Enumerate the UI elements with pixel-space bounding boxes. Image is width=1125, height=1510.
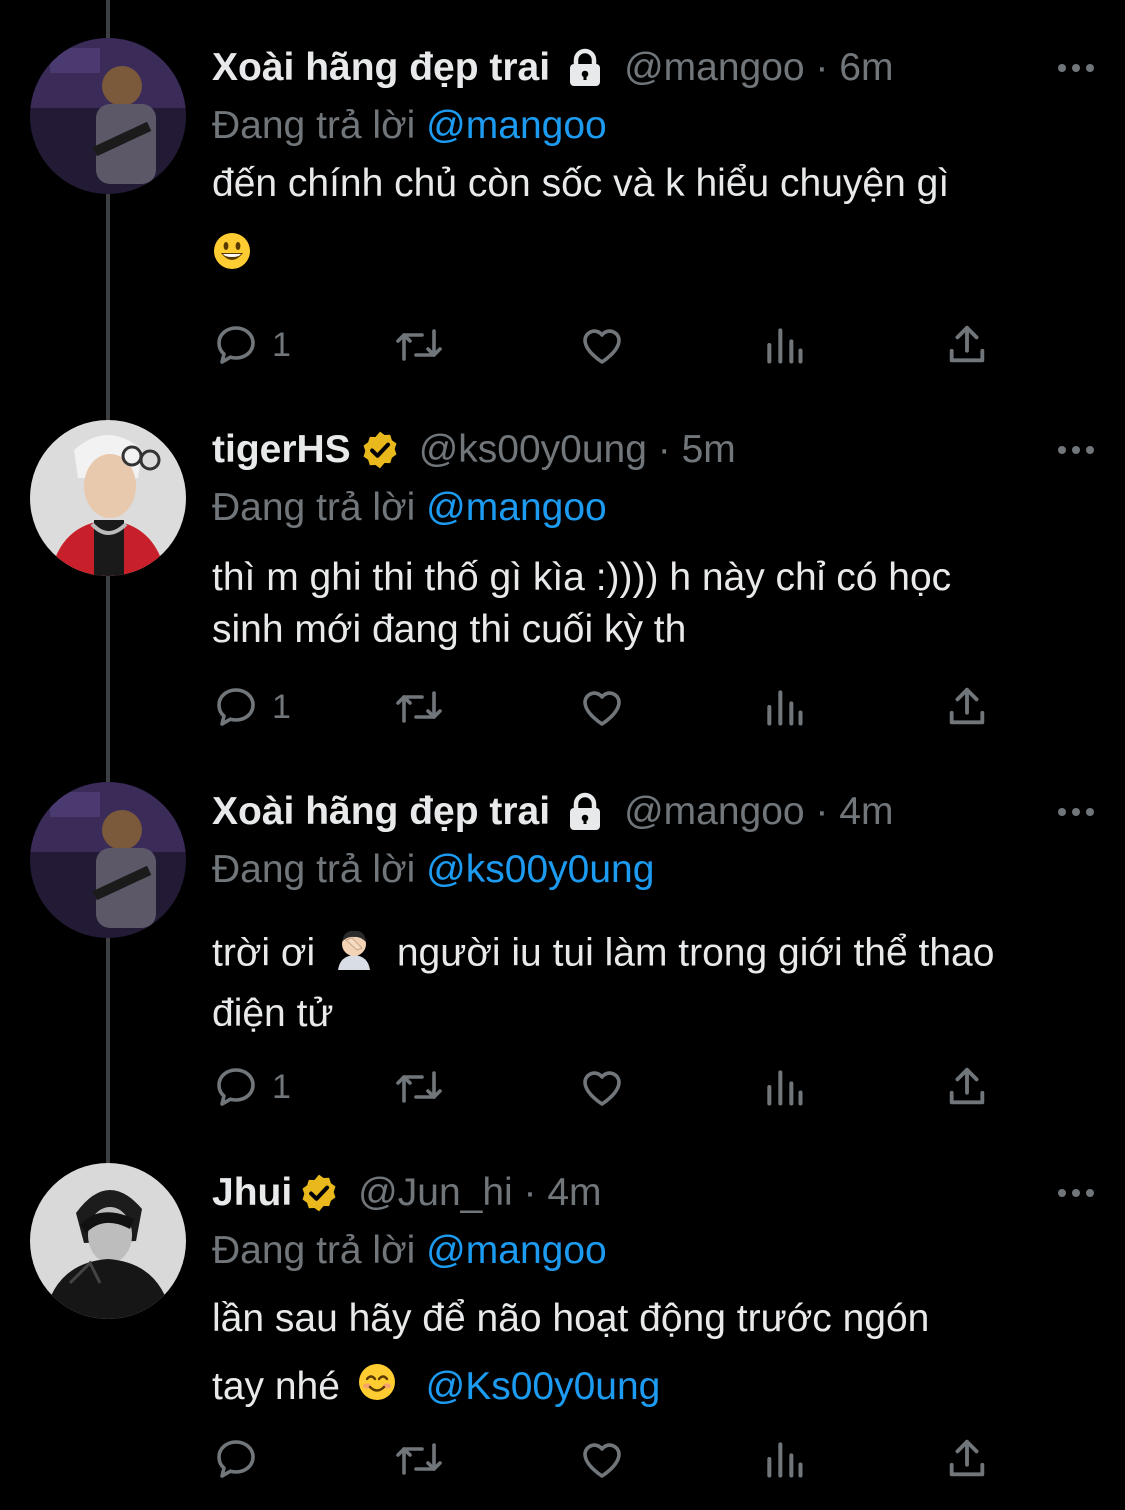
tweet[interactable]: Xoài hãng đẹp trai @mangoo · 4m Đang trả… <box>0 782 1125 1132</box>
views-button[interactable] <box>762 320 806 370</box>
replying-to: Đang trả lời @mangoo <box>212 480 1095 536</box>
retweet-icon <box>396 1071 442 1103</box>
analytics-icon <box>767 1442 803 1478</box>
more-options-icon[interactable] <box>1057 1163 1095 1223</box>
verified-badge-icon <box>298 1172 340 1214</box>
more-options-icon[interactable] <box>1057 38 1095 98</box>
handle-and-time[interactable]: @ks00y0ung · 5m <box>419 428 736 472</box>
share-button[interactable] <box>944 320 990 370</box>
like-button[interactable] <box>578 682 626 732</box>
heart-icon <box>583 329 621 364</box>
verified-badge-icon <box>359 429 401 471</box>
share-icon <box>949 1067 985 1105</box>
thread-line <box>106 0 110 38</box>
smiling-face-emoji <box>357 1362 397 1416</box>
replying-to-mention[interactable]: @mangoo <box>426 1229 607 1272</box>
replying-to: Đang trả lời @mangoo <box>212 98 1095 154</box>
heart-icon <box>583 691 621 726</box>
reply-button[interactable]: 1 <box>212 682 291 732</box>
like-button[interactable] <box>578 1062 626 1112</box>
display-name[interactable]: Xoài hãng đẹp trai <box>212 790 550 834</box>
tweet-text-segment: tay nhé <box>212 1365 340 1408</box>
share-button[interactable] <box>944 1062 990 1112</box>
replying-to-label: Đang trả lời <box>212 1229 416 1272</box>
analytics-icon <box>767 690 803 726</box>
avatar[interactable] <box>30 1163 186 1319</box>
reply-button[interactable] <box>212 1434 272 1484</box>
replying-to-mention[interactable]: @mangoo <box>426 486 607 529</box>
views-button[interactable] <box>762 1062 806 1112</box>
replying-to-label: Đang trả lời <box>212 486 416 529</box>
tweet-text: thì m ghi thi thố gì kìa :)))) h này chỉ… <box>212 552 1095 656</box>
handle-and-time[interactable]: @mangoo · 4m <box>624 790 893 834</box>
reply-count: 1 <box>272 1067 291 1106</box>
share-icon <box>949 687 985 725</box>
tweet-text-line: lần sau hãy để não hoạt động trước ngón <box>212 1297 930 1340</box>
tweet-text-line: đến chính chủ còn sốc và k hiểu chuyện g… <box>212 162 950 205</box>
more-options-icon[interactable] <box>1057 782 1095 842</box>
reply-button[interactable]: 1 <box>212 320 291 370</box>
replying-to: Đang trả lời @mangoo <box>212 1223 1095 1279</box>
tweet-text-line: sinh mới đang thi cuối kỳ th <box>212 608 687 651</box>
reply-icon <box>217 326 255 364</box>
replying-to-label: Đang trả lời <box>212 104 416 147</box>
avatar[interactable] <box>30 782 186 938</box>
display-name[interactable]: tigerHS <box>212 428 351 472</box>
replying-to: Đang trả lời @ks00y0ung <box>212 842 1095 898</box>
replying-to-mention[interactable]: @mangoo <box>426 104 607 147</box>
tweet[interactable]: Jhui @Jun_hi · 4m Đang trả lời @mangoo l… <box>0 1163 1125 1510</box>
like-button[interactable] <box>578 1434 626 1484</box>
display-name[interactable]: Xoài hãng đẹp trai <box>212 46 550 90</box>
retweet-button[interactable] <box>392 1434 446 1484</box>
tweet-text-segment: người iu tui làm trong giới thể thao <box>396 931 995 975</box>
like-button[interactable] <box>578 320 626 370</box>
share-icon <box>949 325 985 363</box>
facepalm-emoji <box>332 926 376 984</box>
reply-button[interactable]: 1 <box>212 1062 291 1112</box>
reply-count: 1 <box>272 325 291 364</box>
retweet-button[interactable] <box>392 682 446 732</box>
retweet-button[interactable] <box>392 320 446 370</box>
tweet-text-line: điện tử <box>212 992 334 1035</box>
lock-icon <box>564 791 606 833</box>
reply-icon <box>217 1440 255 1478</box>
share-icon <box>949 1439 985 1477</box>
lock-icon <box>564 47 606 89</box>
avatar[interactable] <box>30 420 186 576</box>
retweet-icon <box>396 1443 442 1475</box>
more-options-icon[interactable] <box>1057 420 1095 480</box>
handle-and-time[interactable]: @Jun_hi · 4m <box>358 1171 601 1215</box>
grinning-face-emoji <box>212 231 252 285</box>
tweet-text: đến chính chủ còn sốc và k hiểu chuyện g… <box>212 158 1095 285</box>
share-button[interactable] <box>944 1434 990 1484</box>
replying-to-mention[interactable]: @ks00y0ung <box>426 848 654 891</box>
replying-to-label: Đang trả lời <box>212 848 416 891</box>
retweet-button[interactable] <box>392 1062 446 1112</box>
analytics-icon <box>767 1070 803 1106</box>
mention-link[interactable]: @Ks00y0ung <box>426 1365 661 1408</box>
avatar[interactable] <box>30 38 186 194</box>
tweet-text: trời ơi người iu tui làm trong giới thể … <box>212 926 1095 1040</box>
reply-icon <box>217 688 255 726</box>
tweet[interactable]: tigerHS @ks00y0ung · 5m Đang trả lời @ma… <box>0 420 1125 760</box>
share-button[interactable] <box>944 682 990 732</box>
analytics-icon <box>767 328 803 364</box>
display-name[interactable]: Jhui <box>212 1171 292 1215</box>
views-button[interactable] <box>762 1434 806 1484</box>
heart-icon <box>583 1443 621 1478</box>
retweet-icon <box>396 329 442 361</box>
tweet-text-segment: trời ơi <box>212 931 316 975</box>
tweet[interactable]: Xoài hãng đẹp trai @mangoo · 6m Đang trả… <box>0 38 1125 388</box>
handle-and-time[interactable]: @mangoo · 6m <box>624 46 893 90</box>
views-button[interactable] <box>762 682 806 732</box>
tweet-text-line: thì m ghi thi thố gì kìa :)))) h này chỉ… <box>212 556 952 599</box>
heart-icon <box>583 1071 621 1106</box>
tweet-text: lần sau hãy để não hoạt động trước ngón … <box>212 1293 1095 1416</box>
retweet-icon <box>396 691 442 723</box>
reply-count: 1 <box>272 687 291 726</box>
reply-icon <box>217 1068 255 1106</box>
